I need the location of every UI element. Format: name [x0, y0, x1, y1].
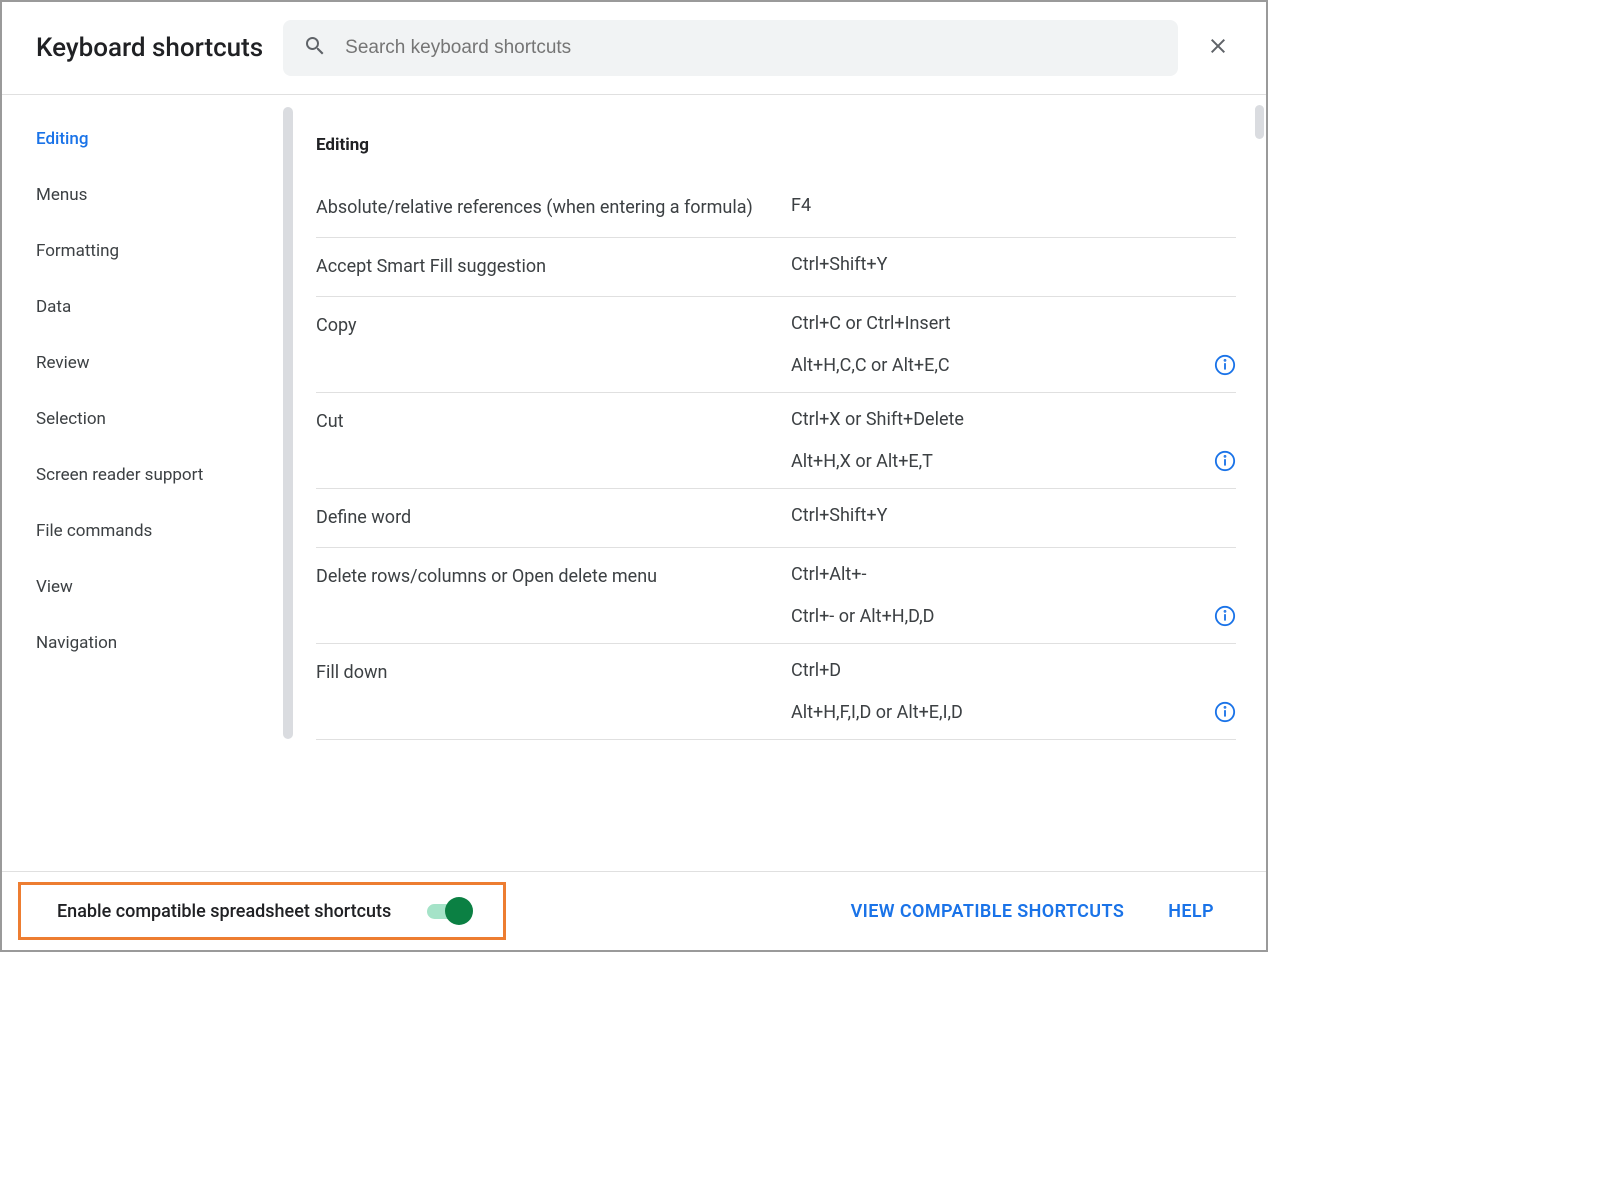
- content-pane: Editing Absolute/relative references (wh…: [298, 95, 1266, 871]
- sidebar: EditingMenusFormattingDataReviewSelectio…: [2, 95, 298, 871]
- shortcut-row: Delete rows/columns or Open delete menu C…: [316, 548, 1236, 644]
- shortcut-row: Fill down Ctrl+D Alt+H,F,I,D or Alt+E,I,D: [316, 644, 1236, 740]
- shortcut-key-text: F4: [791, 195, 811, 216]
- shortcut-key-text: Alt+H,X or Alt+E,T: [791, 451, 933, 472]
- shortcut-key-text: Ctrl+X or Shift+Delete: [791, 409, 964, 430]
- sidebar-item-review[interactable]: Review: [2, 335, 297, 391]
- shortcut-row: Accept Smart Fill suggestion Ctrl+Shift+Y: [316, 238, 1236, 297]
- info-icon[interactable]: [1214, 605, 1236, 627]
- shortcut-key-line: Ctrl+C or Ctrl+Insert: [791, 313, 1236, 334]
- shortcut-key-line: Ctrl+D: [791, 660, 1236, 681]
- shortcut-row: Absolute/relative references (when enter…: [316, 179, 1236, 238]
- shortcut-key-text: Ctrl+Shift+Y: [791, 505, 887, 526]
- sidebar-item-menus[interactable]: Menus: [2, 167, 297, 223]
- search-box[interactable]: [283, 20, 1178, 76]
- sidebar-item-navigation[interactable]: Navigation: [2, 615, 297, 671]
- shortcut-key-line: Ctrl+Shift+Y: [791, 254, 1236, 275]
- shortcut-key-text: Ctrl+C or Ctrl+Insert: [791, 313, 951, 334]
- compatible-shortcuts-label: Enable compatible spreadsheet shortcuts: [57, 901, 391, 922]
- shortcut-row: Copy Ctrl+C or Ctrl+Insert Alt+H,C,C or Al…: [316, 297, 1236, 393]
- sidebar-item-selection[interactable]: Selection: [2, 391, 297, 447]
- shortcut-key-text: Ctrl+Alt+-: [791, 564, 867, 585]
- shortcut-key-line: Alt+H,C,C or Alt+E,C: [791, 354, 1236, 376]
- shortcut-keys: F4: [791, 195, 1236, 216]
- sidebar-item-screen-reader-support[interactable]: Screen reader support: [2, 447, 297, 503]
- dialog-title: Keyboard shortcuts: [36, 33, 263, 63]
- shortcut-key-text: Alt+H,C,C or Alt+E,C: [791, 355, 950, 376]
- sidebar-item-file-commands[interactable]: File commands: [2, 503, 297, 559]
- search-input[interactable]: [345, 37, 1158, 59]
- shortcut-key-line: F4: [791, 195, 1236, 216]
- shortcut-keys: Ctrl+D Alt+H,F,I,D or Alt+E,I,D: [791, 660, 1236, 723]
- shortcut-description: Delete rows/columns or Open delete menu: [316, 564, 771, 590]
- shortcut-row: Cut Ctrl+X or Shift+Delete Alt+H,X or Alt+…: [316, 393, 1236, 489]
- compatible-shortcuts-toggle[interactable]: [427, 897, 473, 925]
- search-icon: [303, 34, 327, 62]
- sidebar-item-data[interactable]: Data: [2, 279, 297, 335]
- shortcut-key-line: Alt+H,F,I,D or Alt+E,I,D: [791, 701, 1236, 723]
- shortcut-description: Fill down: [316, 660, 771, 686]
- shortcut-description: Cut: [316, 409, 771, 435]
- shortcut-key-text: Ctrl+D: [791, 660, 841, 681]
- compatible-shortcuts-highlight: Enable compatible spreadsheet shortcuts: [18, 882, 506, 940]
- shortcut-key-text: Ctrl+Shift+Y: [791, 254, 887, 275]
- shortcut-key-line: Ctrl+X or Shift+Delete: [791, 409, 1236, 430]
- info-icon[interactable]: [1214, 701, 1236, 723]
- sidebar-item-editing[interactable]: Editing: [2, 111, 297, 167]
- info-icon[interactable]: [1214, 450, 1236, 472]
- dialog-footer: Enable compatible spreadsheet shortcuts …: [2, 871, 1266, 950]
- shortcut-key-line: Alt+H,X or Alt+E,T: [791, 450, 1236, 472]
- shortcut-key-text: Alt+H,F,I,D or Alt+E,I,D: [791, 702, 963, 723]
- shortcut-row: Define word Ctrl+Shift+Y: [316, 489, 1236, 548]
- shortcut-keys: Ctrl+C or Ctrl+Insert Alt+H,C,C or Alt+E,…: [791, 313, 1236, 376]
- shortcut-key-line: Ctrl+Shift+Y: [791, 505, 1236, 526]
- section-title: Editing: [316, 119, 1236, 179]
- dialog-header: Keyboard shortcuts: [2, 2, 1266, 95]
- shortcut-description: Define word: [316, 505, 771, 531]
- shortcut-key-line: Ctrl+Alt+-: [791, 564, 1236, 585]
- shortcut-key-line: Ctrl+- or Alt+H,D,D: [791, 605, 1236, 627]
- view-compatible-shortcuts-link[interactable]: VIEW COMPATIBLE SHORTCUTS: [839, 893, 1137, 930]
- toggle-thumb: [445, 897, 473, 925]
- info-icon[interactable]: [1214, 354, 1236, 376]
- shortcut-keys: Ctrl+Shift+Y: [791, 505, 1236, 526]
- shortcut-keys: Ctrl+X or Shift+Delete Alt+H,X or Alt+E,T: [791, 409, 1236, 472]
- shortcut-keys: Ctrl+Alt+- Ctrl+- or Alt+H,D,D: [791, 564, 1236, 627]
- scrollbar-thumb[interactable]: [283, 107, 293, 739]
- dialog-body: EditingMenusFormattingDataReviewSelectio…: [2, 95, 1266, 871]
- close-button[interactable]: [1198, 28, 1238, 68]
- sidebar-item-view[interactable]: View: [2, 559, 297, 615]
- shortcut-description: Copy: [316, 313, 771, 339]
- scrollbar-thumb[interactable]: [1255, 105, 1264, 139]
- shortcut-keys: Ctrl+Shift+Y: [791, 254, 1236, 275]
- shortcut-description: Accept Smart Fill suggestion: [316, 254, 771, 280]
- sidebar-item-formatting[interactable]: Formatting: [2, 223, 297, 279]
- shortcut-description: Absolute/relative references (when enter…: [316, 195, 771, 221]
- help-link[interactable]: HELP: [1156, 893, 1226, 930]
- close-icon: [1206, 34, 1230, 62]
- shortcut-key-text: Ctrl+- or Alt+H,D,D: [791, 606, 934, 627]
